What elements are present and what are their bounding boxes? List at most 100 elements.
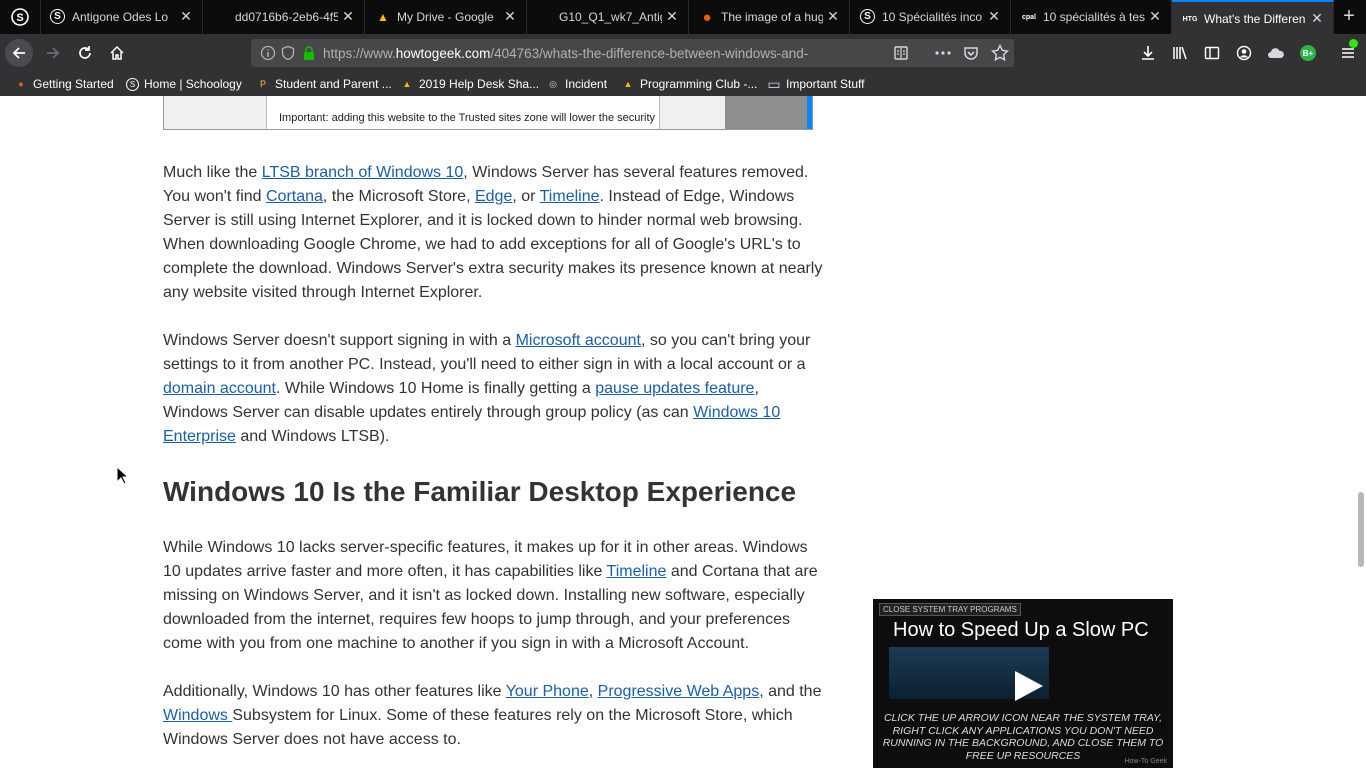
tab-4[interactable]: G10_Q1_wk7_Antigone.p✕ <box>527 0 689 34</box>
menu-button[interactable] <box>1334 39 1362 67</box>
tab-3[interactable]: ▲ My Drive - Google ✕ <box>365 0 527 34</box>
bookmark-item[interactable]: ▲ Programming Club -... <box>621 75 758 93</box>
download-icon <box>1142 46 1154 60</box>
bookmark-item[interactable]: P Student and Parent ... <box>256 75 392 93</box>
link-your-phone[interactable]: Your Phone <box>506 683 589 700</box>
pocket-icon[interactable] <box>963 45 979 61</box>
home-button[interactable] <box>103 39 131 67</box>
dialog-scrollbar <box>807 96 812 129</box>
link-cortana[interactable]: Cortana <box>266 188 323 205</box>
video-ad-player[interactable]: CLOSE SYSTEM TRAY PROGRAMS How to Speed … <box>873 599 1173 768</box>
tab-close-icon[interactable]: ✕ <box>1309 10 1325 26</box>
link-edge[interactable]: Edge <box>475 188 512 205</box>
bookmark-item[interactable]: ▲ 2019 Help Desk Sha... <box>400 75 540 93</box>
bookmark-star-icon[interactable] <box>991 44 1009 62</box>
tab-close-icon[interactable]: ✕ <box>178 8 194 24</box>
tab-1[interactable]: S Antigone Odes Lo ✕ <box>40 0 203 34</box>
dialog-button-area <box>725 96 807 129</box>
forward-button[interactable] <box>39 39 67 67</box>
bookmark-item[interactable]: S Home | Schoology <box>126 75 242 93</box>
back-arrow-icon <box>12 47 25 59</box>
link-windows-subsystem[interactable]: Windows <box>163 707 232 724</box>
tab-title: What's the Differen <box>1204 12 1306 26</box>
bookmark-label: Getting Started <box>33 77 114 91</box>
account-button[interactable] <box>1230 39 1258 67</box>
lock-icon[interactable] <box>301 45 317 61</box>
bookmark-item[interactable]: ● Getting Started <box>14 75 114 93</box>
info-icon[interactable] <box>260 45 276 61</box>
tracking-protection-shield-icon[interactable] <box>280 45 296 61</box>
tab-7[interactable]: cpal 10 spécialités à tes ✕ <box>1011 0 1172 34</box>
library-button[interactable] <box>1166 39 1194 67</box>
sidebar-button[interactable] <box>1198 39 1226 67</box>
tab-close-icon[interactable]: ✕ <box>664 8 680 24</box>
pinned-tab-schoology[interactable]: S <box>0 0 41 34</box>
link-domain-account[interactable]: domain account <box>163 380 276 397</box>
svg-text:S: S <box>16 12 23 24</box>
link-ltsb[interactable]: LTSB branch of Windows 10 <box>262 164 464 181</box>
library-icon <box>1173 46 1187 60</box>
tab-2[interactable]: dd0716b6-2eb6-4f50-✕ <box>203 0 365 34</box>
tab-close-icon[interactable]: ✕ <box>986 8 1002 24</box>
downloads-button[interactable] <box>1134 39 1162 67</box>
link-timeline[interactable]: Timeline <box>540 188 600 205</box>
paragraph-3: While Windows 10 lacks server-specific f… <box>163 539 818 652</box>
page-content: Important: adding this website to the Tr… <box>0 96 1366 768</box>
tab-close-icon[interactable]: ✕ <box>502 8 518 24</box>
link-microsoft-account[interactable]: Microsoft account <box>516 332 641 349</box>
reload-icon <box>79 46 91 59</box>
tab-title: G10_Q1_wk7_Antigone.p <box>559 10 662 24</box>
screenshot-caption: Important: adding this website to the Tr… <box>279 112 656 124</box>
reader-view-icon[interactable] <box>893 45 909 61</box>
link-timeline-2[interactable]: Timeline <box>607 563 667 580</box>
tab-title: My Drive - Google <box>397 10 494 24</box>
bookmark-label: Programming Club -... <box>640 77 758 91</box>
link-progressive-web-apps[interactable]: Progressive Web Apps <box>598 683 760 700</box>
tab-title: Antigone Odes Lo <box>72 10 169 24</box>
addon-badge-button[interactable]: B+ <box>1294 39 1322 67</box>
tab-8[interactable]: HTG What's the Differen ✕ <box>1172 0 1334 34</box>
extension-button[interactable] <box>1262 39 1290 67</box>
firefox-icon: ● <box>702 8 712 26</box>
tab-6[interactable]: S 10 Spécialités inco ✕ <box>850 0 1011 34</box>
folder-icon: ▭ <box>767 75 781 92</box>
cpal-icon: cpal <box>1021 13 1036 21</box>
tab-title: 10 Spécialités inco <box>882 10 983 24</box>
page-actions-icon[interactable] <box>934 45 952 61</box>
back-button[interactable] <box>5 39 33 67</box>
tab-5[interactable]: ● The image of a hug ✕ <box>689 0 850 34</box>
bookmark-label: Incident <box>565 77 608 91</box>
powerschool-icon: P <box>259 79 266 89</box>
schoology-icon: S <box>11 8 29 26</box>
update-available-icon <box>1349 39 1358 48</box>
tab-close-icon[interactable]: ✕ <box>1147 8 1163 24</box>
cloud-extension-icon <box>1268 48 1284 58</box>
tab-close-icon[interactable]: ✕ <box>340 8 356 24</box>
addon-badge: B+ <box>1300 45 1316 61</box>
drive-icon: ▲ <box>402 79 412 89</box>
play-icon[interactable] <box>1009 669 1045 703</box>
bookmark-label: Student and Parent ... <box>275 77 392 91</box>
htg-icon: HTG <box>1182 15 1198 23</box>
schoology-icon: S <box>50 9 65 24</box>
navigation-toolbar: https://www.howtogeek.com/404763/whats-t… <box>0 34 1366 72</box>
tab-close-icon[interactable]: ✕ <box>825 8 841 24</box>
sidebar-icon <box>1204 46 1220 60</box>
reload-button[interactable] <box>71 39 99 67</box>
url-bar[interactable]: https://www.howtogeek.com/404763/whats-t… <box>251 39 1014 67</box>
video-caption: CLICK THE UP ARROW ICON NEAR THE SYSTEM … <box>882 712 1164 762</box>
tab-strip: S SAntigone Odes Lo✕dd0716b6-2eb6-4f50-✕… <box>0 0 1366 34</box>
schoology-icon: S <box>860 9 875 24</box>
schoology-icon: S <box>126 77 139 91</box>
new-tab-button[interactable]: + <box>1332 0 1366 34</box>
tab-title: 10 spécialités à tes <box>1043 10 1145 24</box>
article-screenshot-image: Important: adding this website to the Tr… <box>163 96 813 130</box>
bookmark-item[interactable]: ◎ Incident <box>546 75 607 93</box>
url-text[interactable]: https://www.howtogeek.com/404763/whats-t… <box>323 46 863 61</box>
bookmark-label: Home | Schoology <box>144 77 242 91</box>
page-scrollbar-thumb[interactable] <box>1358 492 1364 567</box>
bookmark-item[interactable]: ▭ Important Stuff <box>767 75 864 93</box>
link-pause-updates[interactable]: pause updates feature <box>595 380 754 397</box>
mouse-cursor-icon <box>116 466 130 485</box>
paragraph-4: Additionally, Windows 10 has other featu… <box>163 683 822 748</box>
